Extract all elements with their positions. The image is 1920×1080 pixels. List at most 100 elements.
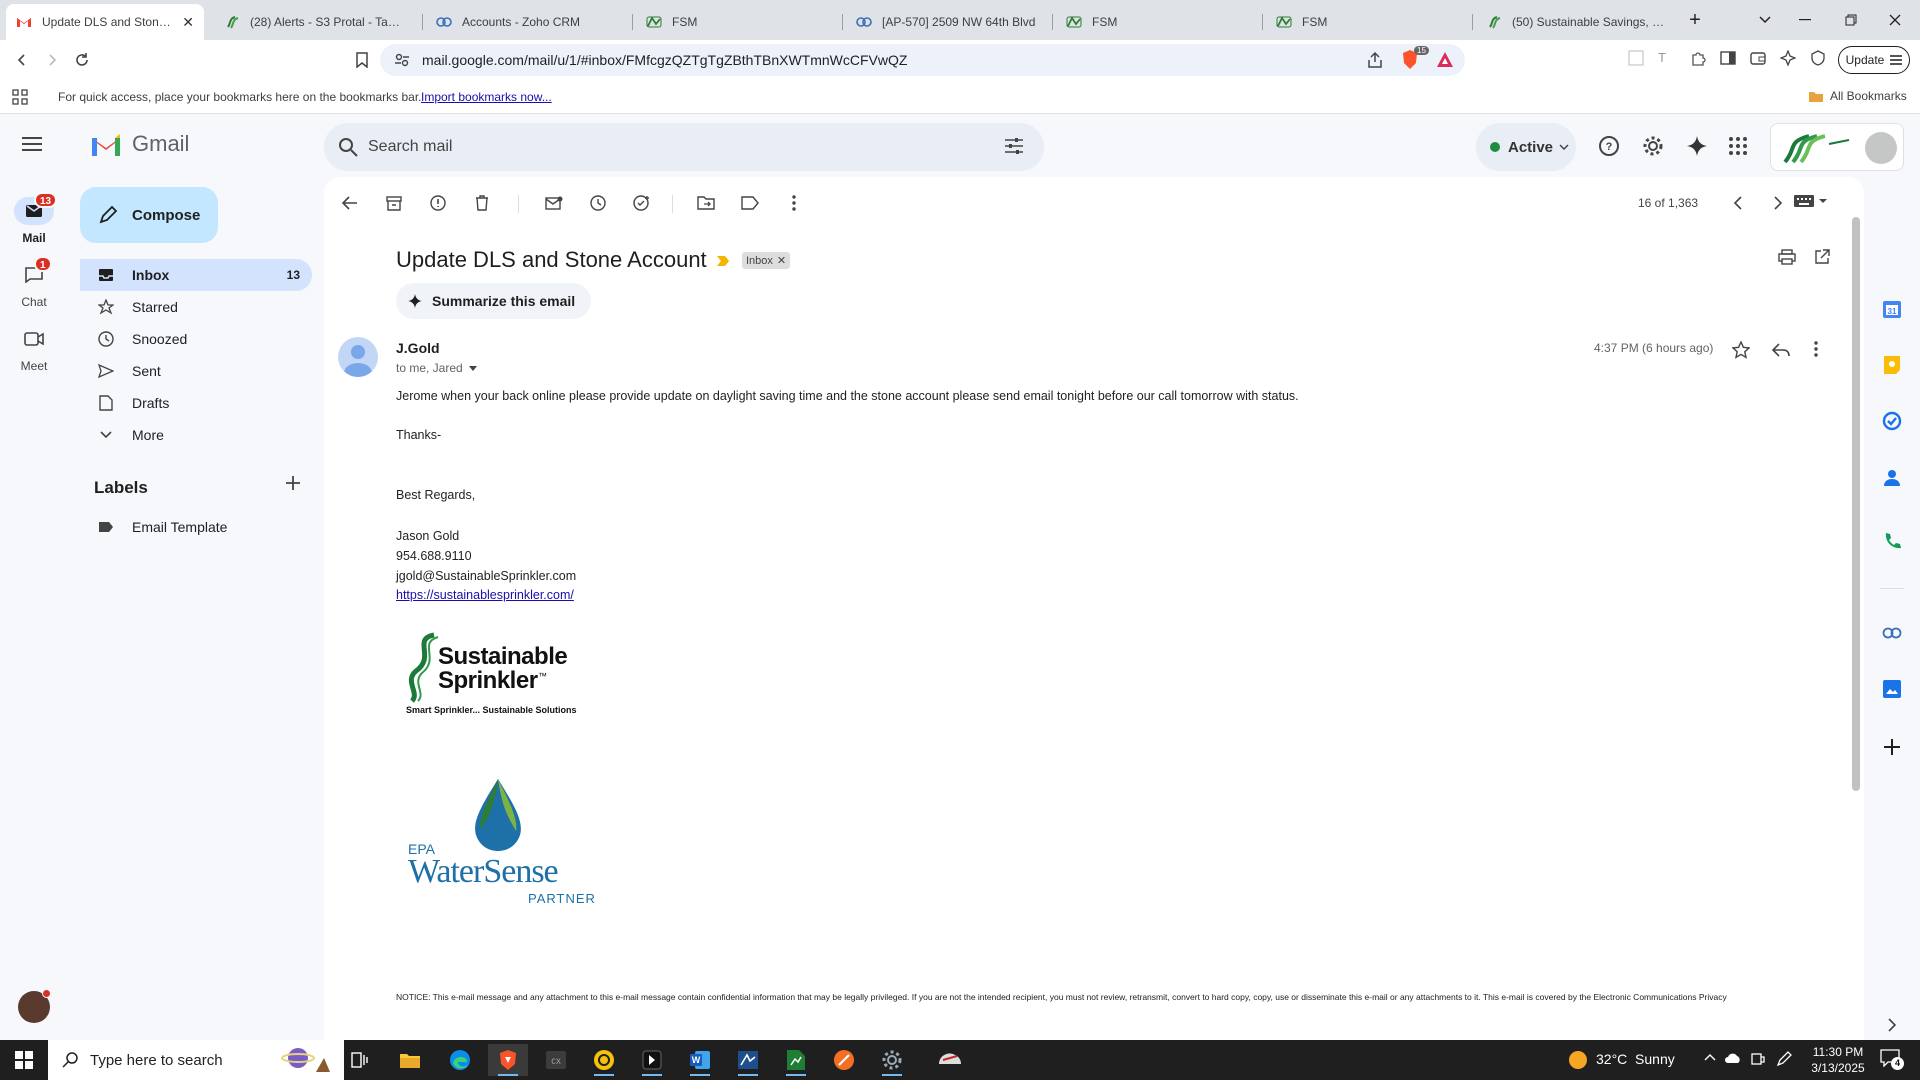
nav-starred[interactable]: Starred	[80, 291, 312, 323]
brave-rewards-icon[interactable]	[1436, 51, 1454, 69]
importance-marker-icon[interactable]	[716, 255, 730, 267]
mark-unread-icon[interactable]	[542, 191, 566, 215]
snooze-icon[interactable]	[586, 191, 610, 215]
print-icon[interactable]	[1778, 249, 1796, 265]
extensions-puzzle-icon[interactable]	[1690, 50, 1706, 66]
close-icon[interactable]: ✕	[182, 14, 194, 31]
nav-more[interactable]: More	[80, 419, 312, 451]
sidebar-icon[interactable]	[1720, 50, 1736, 66]
address-bar[interactable]: mail.google.com/mail/u/1/#inbox/FMfcgzQZ…	[380, 44, 1465, 76]
close-window-button[interactable]	[1880, 8, 1910, 32]
search-input[interactable]: Search mail	[368, 138, 452, 156]
app-orange-icon[interactable]	[824, 1044, 864, 1076]
get-addons-plus-icon[interactable]	[1876, 731, 1908, 763]
pen-workspace-icon[interactable]	[1776, 1051, 1792, 1067]
rail-mail[interactable]: Mail	[0, 197, 68, 245]
tab-ap570[interactable]: [AP-570] 2509 NW 64th Blvd	[846, 4, 1046, 40]
settings-gear-icon[interactable]	[1642, 135, 1664, 157]
reload-button[interactable]	[70, 48, 94, 72]
tab-sustainable-savings[interactable]: (50) Sustainable Savings, LLC	[1476, 4, 1676, 40]
app-yellow-circle-icon[interactable]	[584, 1044, 624, 1076]
signature-website-link[interactable]: https://sustainablesprinkler.com/	[396, 588, 574, 602]
signature-phone[interactable]: 954.688.9110	[396, 549, 472, 563]
star-icon[interactable]	[1732, 341, 1750, 359]
remove-label-icon[interactable]: ✕	[777, 254, 786, 267]
import-bookmarks-link[interactable]: Import bookmarks now...	[421, 90, 552, 104]
nav-drafts[interactable]: Drafts	[80, 387, 312, 419]
archive-icon[interactable]	[382, 191, 406, 215]
sustainable-sprinkler-logo[interactable]: Sustainable Sprinkler ™ Smart Sprinkler.…	[402, 629, 602, 721]
watersense-logo[interactable]: EPA WaterSense PARTNER	[408, 777, 608, 909]
system-clock[interactable]: 11:30 PM 3/13/2025	[1806, 1044, 1870, 1076]
weather-sun-icon[interactable]	[1568, 1050, 1588, 1070]
help-icon[interactable]: ?	[1598, 135, 1620, 157]
sender-name[interactable]: J.Gold	[396, 340, 440, 356]
user-avatar[interactable]	[18, 989, 51, 1023]
app-remote-desktop-icon[interactable]	[728, 1044, 768, 1076]
extension-icon[interactable]	[1628, 50, 1644, 66]
voice-phone-icon[interactable]	[1876, 525, 1908, 557]
open-in-new-window-icon[interactable]	[1814, 249, 1830, 265]
hide-side-panel-chevron-icon[interactable]	[1876, 1009, 1908, 1041]
compose-button[interactable]: Compose	[80, 187, 218, 243]
gmail-logo[interactable]: Gmail	[90, 131, 189, 157]
scrollbar-thumb[interactable]	[1852, 217, 1860, 791]
taskbar-search-input[interactable]: Type here to search	[90, 1052, 223, 1069]
app-terminal-icon[interactable]: CX	[536, 1044, 576, 1076]
wallet-icon[interactable]	[1750, 50, 1766, 66]
status-selector[interactable]: Active	[1476, 123, 1576, 171]
move-to-icon[interactable]	[694, 191, 718, 215]
update-button[interactable]: Update	[1838, 46, 1910, 74]
app-settings-gear-icon[interactable]	[872, 1044, 912, 1076]
restore-button[interactable]	[1836, 8, 1866, 32]
notifications-icon[interactable]: 4	[1880, 1049, 1904, 1071]
reply-icon[interactable]	[1772, 343, 1790, 357]
microsoft-word-icon[interactable]: W	[680, 1044, 720, 1076]
nav-snoozed[interactable]: Snoozed	[80, 323, 312, 355]
input-tools-keyboard-icon[interactable]	[1794, 195, 1828, 207]
gemini-sparkle-icon[interactable]	[1686, 135, 1708, 157]
app-helmet-icon[interactable]	[930, 1044, 970, 1076]
add-task-icon[interactable]	[630, 191, 654, 215]
tasks-icon[interactable]	[1876, 405, 1908, 437]
share-icon[interactable]	[1366, 51, 1384, 69]
tab-search-chevron-icon[interactable]	[1750, 8, 1780, 32]
inbox-label-chip[interactable]: Inbox ✕	[742, 252, 791, 269]
newer-chevron-icon[interactable]	[1726, 191, 1750, 215]
edge-browser-icon[interactable]	[440, 1044, 480, 1076]
keep-notes-icon[interactable]	[1876, 349, 1908, 381]
taskbar-search-box[interactable]: Type here to search	[48, 1040, 344, 1080]
more-options-icon[interactable]	[782, 191, 806, 215]
older-chevron-icon[interactable]	[1766, 191, 1790, 215]
apps-grid-icon[interactable]	[12, 89, 28, 105]
search-options-icon[interactable]	[1004, 137, 1024, 155]
tab-zoho[interactable]: Accounts - Zoho CRM	[426, 4, 626, 40]
message-more-icon[interactable]	[1814, 341, 1818, 357]
google-apps-icon[interactable]	[1728, 136, 1748, 156]
add-label-icon[interactable]	[286, 476, 300, 490]
file-explorer-icon[interactable]	[390, 1044, 430, 1076]
tab-alerts[interactable]: (28) Alerts - S3 Protal - Tasks	[214, 4, 414, 40]
minimize-button[interactable]	[1790, 8, 1820, 32]
recipients-line[interactable]: to me, Jared	[396, 361, 477, 375]
tab-gmail[interactable]: Update DLS and Stone Ac ✕	[6, 4, 204, 40]
onedrive-cloud-icon[interactable]	[1724, 1052, 1742, 1064]
summarize-button[interactable]: Summarize this email	[396, 283, 592, 319]
leo-ai-icon[interactable]	[1780, 50, 1796, 66]
app-dark-icon[interactable]	[632, 1044, 672, 1076]
rail-meet[interactable]: Meet	[0, 325, 68, 373]
delete-icon[interactable]	[470, 191, 494, 215]
tab-fsm-2[interactable]: FSM	[1056, 4, 1256, 40]
brave-browser-icon[interactable]	[488, 1044, 528, 1076]
main-menu-icon[interactable]	[22, 137, 42, 151]
weather-text[interactable]: 32°C Sunny	[1596, 1051, 1675, 1067]
vpn-icon[interactable]	[1810, 50, 1826, 66]
bookmark-icon[interactable]	[350, 48, 374, 72]
label-email-template[interactable]: Email Template	[80, 511, 312, 543]
forward-button[interactable]	[40, 48, 64, 72]
addon-image-icon[interactable]	[1876, 673, 1908, 705]
label-as-icon[interactable]	[738, 191, 762, 215]
back-to-inbox-icon[interactable]	[338, 191, 362, 215]
network-icon[interactable]	[1750, 1051, 1766, 1067]
calendar-icon[interactable]: 31	[1876, 293, 1908, 325]
